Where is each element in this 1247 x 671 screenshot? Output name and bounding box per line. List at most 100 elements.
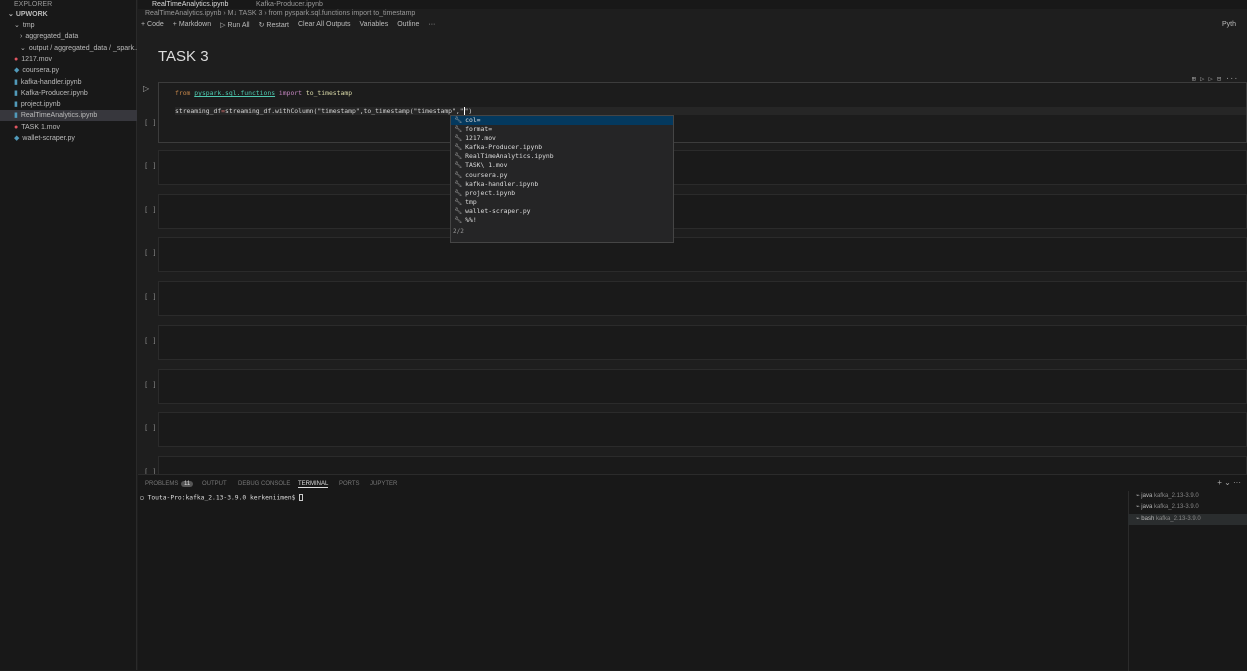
wrench-icon: 🔧︎	[454, 143, 463, 152]
tab-jupyter[interactable]: JUPYTER	[370, 481, 397, 487]
wrench-icon: 🔧︎	[454, 216, 463, 225]
tab-output[interactable]: OUTPUT	[202, 481, 227, 487]
code-cell[interactable]	[158, 324, 1247, 360]
file-tree-item[interactable]: ⌄ tmp	[0, 20, 137, 31]
more-icon[interactable]: ···	[428, 21, 435, 29]
code-cell[interactable]	[158, 412, 1247, 448]
folder-open-icon: ⌄	[20, 44, 26, 52]
file-tree-label: aggregated_data	[25, 33, 79, 41]
tab-problems[interactable]: PROBLEMS	[145, 481, 178, 487]
autocomplete-item[interactable]: 🔧︎%%!	[451, 216, 673, 225]
outline-button[interactable]: Outline	[397, 21, 419, 29]
autocomplete-item[interactable]: 🔧︎ coursera.py	[451, 171, 673, 180]
add-markdown-button[interactable]: + Markdown	[173, 21, 211, 29]
tab-realtimeanalytics[interactable]: RealTimeAnalytics.ipynb	[152, 0, 228, 9]
file-tree-item[interactable]: ◆ coursera.py	[0, 65, 137, 76]
autocomplete-label: coursera.py	[465, 170, 508, 179]
terminal-name: java	[1141, 493, 1153, 499]
tab-ports[interactable]: PORTS	[339, 481, 360, 487]
workspace-root[interactable]: ⌄ UPWORK	[0, 9, 137, 20]
wrench-icon: 🔧︎	[454, 206, 463, 215]
variables-button[interactable]: Variables	[360, 21, 389, 29]
autocomplete-item[interactable]: 🔧︎ format=	[451, 125, 673, 134]
file-tree-label: tmp	[22, 22, 35, 29]
import-name: to_timestamp	[305, 89, 353, 97]
bottom-panel: PROBLEMS 11 OUTPUT DEBUG CONSOLE TERMINA…	[138, 474, 1247, 671]
code-cell[interactable]	[158, 368, 1247, 404]
autocomplete-item[interactable]: 🔧︎ col=	[451, 116, 673, 126]
kernel-picker[interactable]: Pyth	[1222, 21, 1236, 28]
autocomplete-label: kafka-handler.ipynb	[465, 179, 539, 188]
breadcrumb-section[interactable]: M↓ TASK 3	[228, 10, 263, 17]
autocomplete-item[interactable]: 🔧︎ 1217.mov	[451, 134, 673, 143]
file-tree-label: coursera.py	[22, 67, 59, 75]
terminal-output[interactable]: ○ Touta-Pro:kafka_2.13-3.9.0 kerkeniimen…	[140, 494, 304, 502]
cell-execution-count: [ ]	[144, 336, 157, 345]
code-cell[interactable]	[158, 237, 1247, 273]
autocomplete-label: %%!	[465, 216, 477, 225]
autocomplete-label: format=	[465, 125, 493, 134]
file-tree-item[interactable]: ◆ wallet-scraper.py	[0, 133, 137, 144]
autocomplete-item[interactable]: 🔧︎ project.ipynb	[451, 189, 673, 198]
autocomplete-label: RealTimeAnalytics.ipynb	[465, 152, 554, 161]
terminal-prompt: Touta-Pro:kafka_2.13-3.9.0 kerkeniimen$	[147, 494, 300, 502]
file-tree-label: project.ipynb	[20, 101, 61, 109]
code-cell[interactable]	[158, 193, 1247, 229]
run-cell-icon[interactable]: ▷	[143, 84, 149, 93]
file-tree-label: TASK 1.mov	[21, 123, 61, 131]
workspace-root-label: UPWORK	[15, 11, 48, 18]
file-tree-item[interactable]: ⌄ output / aggregated_data / _spark...	[0, 43, 137, 54]
file-tree-item[interactable]: ▮ Kafka-Producer.ipynb	[0, 88, 137, 99]
file-tree-label: output / aggregated_data / _spark...	[28, 44, 137, 52]
file-tree-label: 1217.mov	[21, 55, 52, 63]
cell-execution-count: [ ]	[144, 119, 157, 127]
cell-execution-count: [ ]	[144, 424, 157, 433]
file-tree-item[interactable]: › aggregated_data	[0, 31, 137, 42]
terminal-instance[interactable]: ⌁ bash kafka_2.13-3.9.0	[1128, 513, 1247, 525]
folder-icon: ›	[20, 33, 23, 41]
notebook-icon: ▮	[14, 101, 18, 109]
terminal-name: java	[1141, 504, 1153, 511]
autocomplete-item[interactable]: 🔧︎ RealTimeAnalytics.ipynb	[451, 152, 673, 161]
code-cell[interactable]	[158, 281, 1247, 317]
notebook-toolbar: + Code + Markdown ▷ Run All ↻ Restart Cl…	[141, 21, 435, 29]
add-code-button[interactable]: + Code	[141, 21, 164, 29]
tab-terminal[interactable]: TERMINAL	[298, 481, 329, 488]
autocomplete-label: TASK\ 1.mov	[465, 161, 508, 170]
clear-outputs-button[interactable]: Clear All Outputs	[298, 21, 351, 29]
terminal-instance[interactable]: ⌁ java kafka_2.13-3.9.0	[1128, 491, 1247, 502]
file-tree-item[interactable]: ▮ kafka-handler.ipynb	[0, 77, 137, 88]
terminal-instance[interactable]: ⌁ java kafka_2.13-3.9.0	[1128, 502, 1247, 513]
code-cell[interactable]	[158, 150, 1247, 185]
file-tree-item[interactable]: ● TASK 1.mov	[0, 122, 137, 133]
autocomplete-item[interactable]: 🔧︎ wallet-scraper.py	[451, 207, 673, 216]
folder-open-icon: ⌄	[14, 22, 20, 29]
autocomplete-item[interactable]: 🔧︎ kafka-handler.ipynb	[451, 180, 673, 189]
tab-debug-console[interactable]: DEBUG CONSOLE	[238, 481, 290, 487]
wrench-icon: 🔧︎	[454, 161, 463, 170]
video-icon: ●	[14, 123, 19, 131]
cell-execution-count: [ ]	[144, 380, 157, 389]
autocomplete-item[interactable]: 🔧︎ Kafka-Producer.ipynb	[451, 143, 673, 152]
autocomplete-item[interactable]: 🔧︎ TASK\ 1.mov	[451, 161, 673, 170]
wrench-icon: 🔧︎	[454, 116, 463, 124]
cell-actions[interactable]: ⊞ ▷ ▷ ⊟ ···	[1192, 75, 1238, 83]
terminal-path: kafka_2.13-3.9.0	[1153, 493, 1199, 499]
editor-tabs: RealTimeAnalytics.ipynb Kafka-Producer.i…	[138, 0, 1247, 9]
video-icon: ●	[14, 55, 19, 63]
file-tree-item[interactable]: ● 1217.mov	[0, 54, 137, 65]
breadcrumb-cell[interactable]: from pyspark.sql.functions import to_tim…	[269, 10, 416, 17]
file-tree-label: kafka-handler.ipynb	[20, 78, 82, 86]
tab-kafka-producer[interactable]: Kafka-Producer.ipynb	[256, 0, 323, 9]
signature-counter: 2/2	[453, 228, 464, 235]
file-tree-item[interactable]: ▮ RealTimeAnalytics.ipynb	[0, 110, 137, 122]
run-all-button[interactable]: ▷ Run All	[220, 21, 250, 29]
breadcrumb-file[interactable]: RealTimeAnalytics.ipynb	[145, 10, 221, 17]
autocomplete-popup: 🔧︎ col= 🔧︎ format= 🔧︎ 1217.mov 🔧︎ Kafka-Produce…	[450, 115, 674, 243]
code-cell-active[interactable]: from pyspark.sql.functions import to_tim…	[158, 75, 1247, 143]
restart-button[interactable]: ↻ Restart	[259, 21, 289, 29]
file-tree-label: RealTimeAnalytics.ipynb	[20, 112, 98, 120]
autocomplete-item[interactable]: 🔧︎ tmp	[451, 198, 673, 207]
new-terminal-button[interactable]: + ⌄ ···	[1217, 478, 1241, 487]
file-tree-item[interactable]: ▮ project.ipynb	[0, 99, 137, 110]
